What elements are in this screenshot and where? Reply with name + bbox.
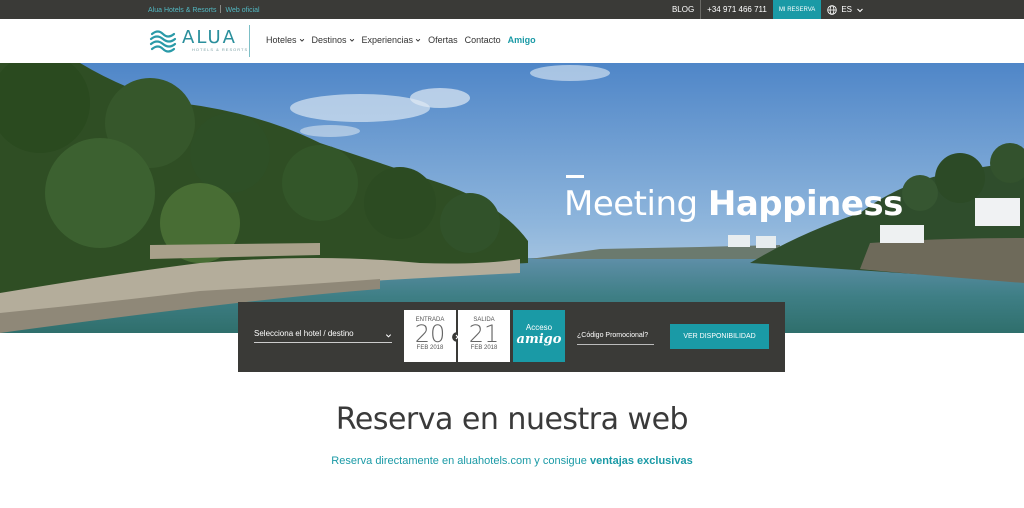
official-web-label: Web oficial xyxy=(225,7,260,14)
checkout-month: FEB 2018 xyxy=(470,345,498,351)
chevron-down-icon xyxy=(415,38,421,42)
top-bar-brand: Alua Hotels & Resorts Web oficial xyxy=(148,5,260,14)
globe-icon xyxy=(827,4,838,15)
mi-reserva-button[interactable]: MI RESERVA xyxy=(772,0,822,19)
checkout-date[interactable]: SALIDA 21 FEB 2018 xyxy=(458,310,510,362)
section-title: Reserva en nuestra web xyxy=(335,402,689,437)
top-bar: Alua Hotels & Resorts Web oficial BLOG +3… xyxy=(0,0,1024,19)
brand-link[interactable]: Alua Hotels & Resorts xyxy=(148,7,216,14)
chevron-down-icon xyxy=(299,38,304,42)
checkin-date[interactable]: ENTRADA 20 FEB 2018 xyxy=(404,310,456,362)
logo-divider xyxy=(249,25,250,57)
section-subtitle: Reserva directamente en aluahotels.com y… xyxy=(0,455,1024,467)
checkin-day: 20 xyxy=(414,320,446,348)
chevron-down-icon xyxy=(349,38,354,42)
phone-link[interactable]: +34 971 466 711 xyxy=(701,0,773,19)
hero-banner: Meeting Happiness xyxy=(0,63,1024,333)
divider xyxy=(220,5,222,13)
hotel-destination-select[interactable]: Selecciona el hotel / destino xyxy=(254,329,392,343)
checkin-month: FEB 2018 xyxy=(416,345,444,351)
nav-item-experiencias[interactable]: Experiencias xyxy=(362,35,422,45)
subtitle-text: Reserva directamente en aluahotels.com y… xyxy=(331,455,587,467)
booking-widget: Selecciona el hotel / destino ENTRADA 20… xyxy=(238,302,785,372)
nav-item-amigo[interactable]: Amigo xyxy=(508,35,536,45)
acceso-amigo-button[interactable]: Acceso amigo xyxy=(513,310,565,362)
acceso-label: Acceso xyxy=(525,323,553,332)
subtitle-highlight: ventajas exclusivas xyxy=(589,455,693,467)
brand-subtitle: HOTELS & RESORTS xyxy=(192,47,249,52)
main-header: ALUA HOTELS & RESORTS Hoteles Destinos E… xyxy=(0,19,1024,63)
nav-item-ofertas[interactable]: Ofertas xyxy=(428,35,458,45)
nav-item-hoteles[interactable]: Hoteles xyxy=(266,35,305,45)
language-selector[interactable]: ES xyxy=(821,0,870,19)
ver-disponibilidad-button[interactable]: VER DISPONIBILIDAD xyxy=(670,324,769,349)
nav-label: Ofertas xyxy=(428,35,458,45)
checkout-day: 21 xyxy=(468,320,500,348)
nav-label: Destinos xyxy=(311,35,347,45)
hero-title-bold: Happiness xyxy=(707,184,903,224)
nav-label: Experiencias xyxy=(361,35,414,45)
blog-link[interactable]: BLOG xyxy=(666,0,702,19)
brand-name: ALUA xyxy=(182,27,237,48)
language-label: ES xyxy=(841,5,852,14)
hero-title-light: Meeting xyxy=(564,184,698,224)
chevron-down-icon xyxy=(857,8,863,12)
amigo-label: amigo xyxy=(516,332,562,347)
nav-label: Contacto xyxy=(464,35,501,45)
hero-accent-bar xyxy=(566,175,584,178)
nav-label: Amigo xyxy=(507,35,536,45)
nav-label: Hoteles xyxy=(266,35,297,45)
chevron-down-icon xyxy=(385,334,392,338)
hero-title: Meeting Happiness xyxy=(564,184,903,224)
promo-code-input[interactable]: ¿Código Promocional? xyxy=(577,332,654,345)
nav-item-contacto[interactable]: Contacto xyxy=(465,35,501,45)
nav-item-destinos[interactable]: Destinos xyxy=(312,35,355,45)
hotel-select-label: Selecciona el hotel / destino xyxy=(254,329,354,338)
alua-logo-icon[interactable] xyxy=(148,26,178,56)
main-nav: Hoteles Destinos Experiencias Ofertas Co… xyxy=(266,35,543,45)
